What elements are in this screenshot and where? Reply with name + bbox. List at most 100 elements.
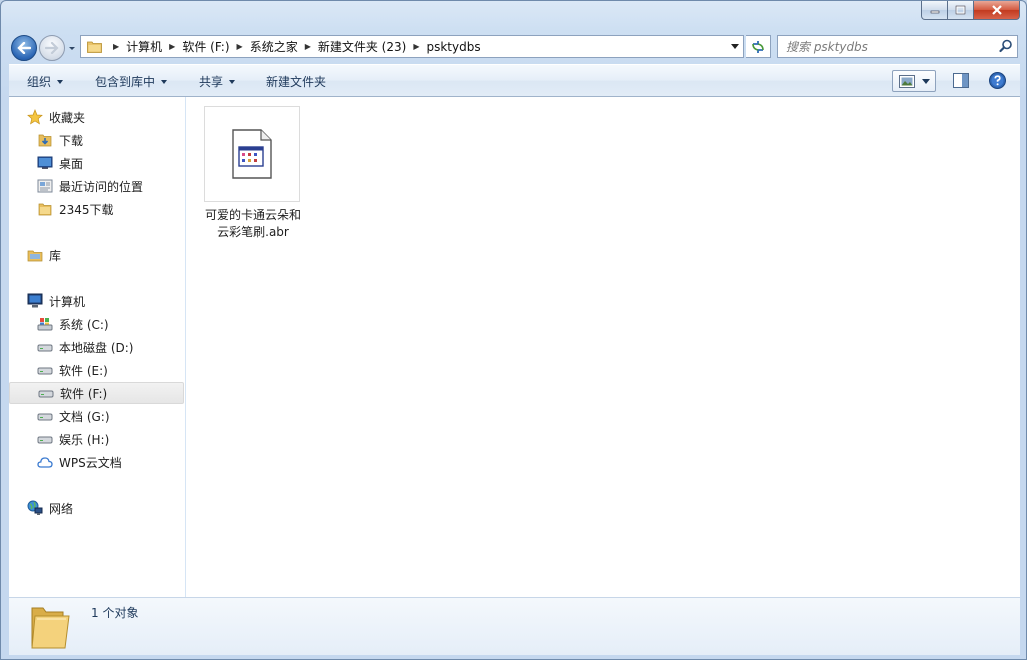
sidebar-item-label: 2345下载: [59, 202, 114, 217]
search-input[interactable]: [778, 36, 996, 57]
file-item[interactable]: 可爱的卡通云朵和云彩笔刷.abr: [204, 106, 302, 241]
drive-icon: [37, 413, 53, 421]
breadcrumb-drive-f[interactable]: 软件 (F:): [182, 38, 229, 55]
sidebar-item-desktop[interactable]: 桌面: [37, 152, 83, 174]
share-label: 共享: [199, 75, 224, 89]
include-in-library-label: 包含到库中: [95, 75, 156, 89]
sidebar-item-label: 本地磁盘 (D:): [59, 340, 134, 355]
desktop-icon: [37, 156, 53, 169]
sidebar-item-label: 桌面: [59, 156, 84, 171]
sidebar-item-recent-places[interactable]: 最近访问的位置: [37, 175, 143, 197]
sidebar-item-drive-f[interactable]: 软件 (F:): [9, 382, 184, 404]
window-controls: [921, 1, 1020, 20]
details-pane: 1 个对象: [9, 597, 1020, 655]
navigation-pane: 收藏夹 下载 桌面 最近访问的位置 2345下载 库 计算机 系统 (C:) 本…: [9, 97, 186, 597]
sidebar-item-label: 娱乐 (H:): [59, 432, 110, 447]
command-bar: 组织 包含到库中 共享 新建文件夹: [9, 64, 1020, 97]
favorites-group[interactable]: 收藏夹: [27, 106, 85, 128]
folder-icon: [38, 203, 52, 216]
sidebar-item-drive-d[interactable]: 本地磁盘 (D:): [37, 336, 133, 358]
computer-label: 计算机: [49, 294, 86, 309]
preview-pane-icon[interactable]: [953, 73, 969, 88]
drive-icon: [37, 436, 53, 444]
breadcrumb-separator-icon[interactable]: ▶: [237, 42, 243, 51]
folder-icon: [31, 607, 70, 649]
drive-icon: [37, 344, 53, 352]
search-box[interactable]: [777, 35, 1018, 58]
cloud-icon: [37, 457, 53, 468]
breadcrumb-separator-icon[interactable]: ▶: [169, 42, 175, 51]
libraries-icon: [27, 250, 43, 262]
minimize-button[interactable]: [921, 1, 948, 20]
caret-down-icon: [229, 79, 236, 84]
share-menu[interactable]: 共享: [199, 73, 236, 90]
network-label: 网络: [49, 501, 74, 516]
chevron-down-icon[interactable]: [922, 79, 930, 84]
sidebar-item-label: 系统 (C:): [59, 317, 109, 332]
drive-icon: [37, 367, 53, 375]
explorer-window: ▶ 计算机 ▶ 软件 (F:) ▶ 系统之家 ▶ 新建文件夹 (23) ▶ ps…: [0, 0, 1027, 660]
new-folder-button[interactable]: 新建文件夹: [266, 73, 326, 90]
abr-file-icon: [232, 129, 272, 179]
item-count: 1 个对象: [91, 606, 139, 620]
breadcrumb-separator-icon[interactable]: ▶: [113, 42, 119, 51]
maximize-button[interactable]: [948, 1, 974, 20]
system-drive-icon: [37, 318, 53, 331]
sidebar-item-label: WPS云文档: [59, 455, 122, 470]
change-view-button[interactable]: [892, 70, 936, 92]
sidebar-item-2345-downloads[interactable]: 2345下载: [37, 198, 114, 220]
sidebar-item-drive-c[interactable]: 系统 (C:): [37, 313, 109, 335]
caret-down-icon: [57, 79, 64, 84]
network-icon: [27, 500, 43, 515]
search-icon[interactable]: [999, 39, 1013, 53]
organize-menu[interactable]: 组织: [27, 73, 64, 90]
close-icon: [991, 5, 1002, 15]
sidebar-item-wps-cloud[interactable]: WPS云文档: [37, 451, 122, 473]
sidebar-item-label: 下载: [59, 133, 84, 148]
caret-down-icon: [161, 79, 168, 84]
forward-button[interactable]: [39, 35, 65, 61]
address-history-dropdown[interactable]: [727, 36, 743, 57]
recent-places-icon: [37, 179, 53, 193]
computer-group[interactable]: 计算机: [27, 290, 85, 312]
include-in-library-menu[interactable]: 包含到库中: [95, 73, 168, 90]
libraries-group[interactable]: 库: [27, 244, 61, 266]
libraries-label: 库: [49, 248, 62, 263]
view-icon: [899, 75, 915, 88]
recent-pages-dropdown-icon[interactable]: [67, 43, 77, 53]
sidebar-item-label: 软件 (E:): [59, 363, 108, 378]
breadcrumb-computer[interactable]: 计算机: [126, 38, 162, 55]
favorites-label: 收藏夹: [49, 110, 86, 125]
breadcrumb-folder-xitongzhijia[interactable]: 系统之家: [250, 38, 298, 55]
help-icon[interactable]: [989, 72, 1006, 89]
sidebar-item-label: 软件 (F:): [60, 386, 108, 401]
back-arrow-icon: [17, 42, 31, 54]
sidebar-item-drive-e[interactable]: 软件 (E:): [37, 359, 108, 381]
star-icon: [27, 109, 43, 125]
breadcrumb-separator-icon[interactable]: ▶: [305, 42, 311, 51]
sidebar-item-downloads[interactable]: 下载: [37, 129, 83, 151]
drive-icon: [38, 390, 54, 398]
sidebar-item-drive-g[interactable]: 文档 (G:): [37, 405, 110, 427]
network-group[interactable]: 网络: [27, 497, 73, 519]
breadcrumb-separator-icon[interactable]: ▶: [413, 42, 419, 51]
chevron-down-icon: [731, 44, 739, 49]
back-button[interactable]: [11, 35, 37, 61]
forward-arrow-icon: [45, 42, 59, 54]
file-name: 可爱的卡通云朵和云彩笔刷.abr: [204, 208, 301, 239]
refresh-icon: [752, 40, 764, 53]
address-bar[interactable]: ▶ 计算机 ▶ 软件 (F:) ▶ 系统之家 ▶ 新建文件夹 (23) ▶ ps…: [80, 35, 744, 58]
folder-icon: [87, 41, 102, 53]
refresh-button[interactable]: [746, 35, 771, 58]
download-folder-icon: [38, 134, 52, 147]
sidebar-item-label: 文档 (G:): [59, 409, 110, 424]
minimize-icon: [930, 10, 939, 14]
sidebar-item-drive-h[interactable]: 娱乐 (H:): [37, 428, 109, 450]
file-list-pane[interactable]: [186, 97, 1020, 597]
close-button[interactable]: [974, 1, 1020, 20]
computer-icon: [27, 293, 43, 308]
maximize-icon: [955, 5, 966, 15]
organize-label: 组织: [27, 75, 52, 89]
breadcrumb-current-folder[interactable]: psktydbs: [426, 40, 480, 54]
breadcrumb-folder-new-23[interactable]: 新建文件夹 (23): [318, 38, 406, 55]
